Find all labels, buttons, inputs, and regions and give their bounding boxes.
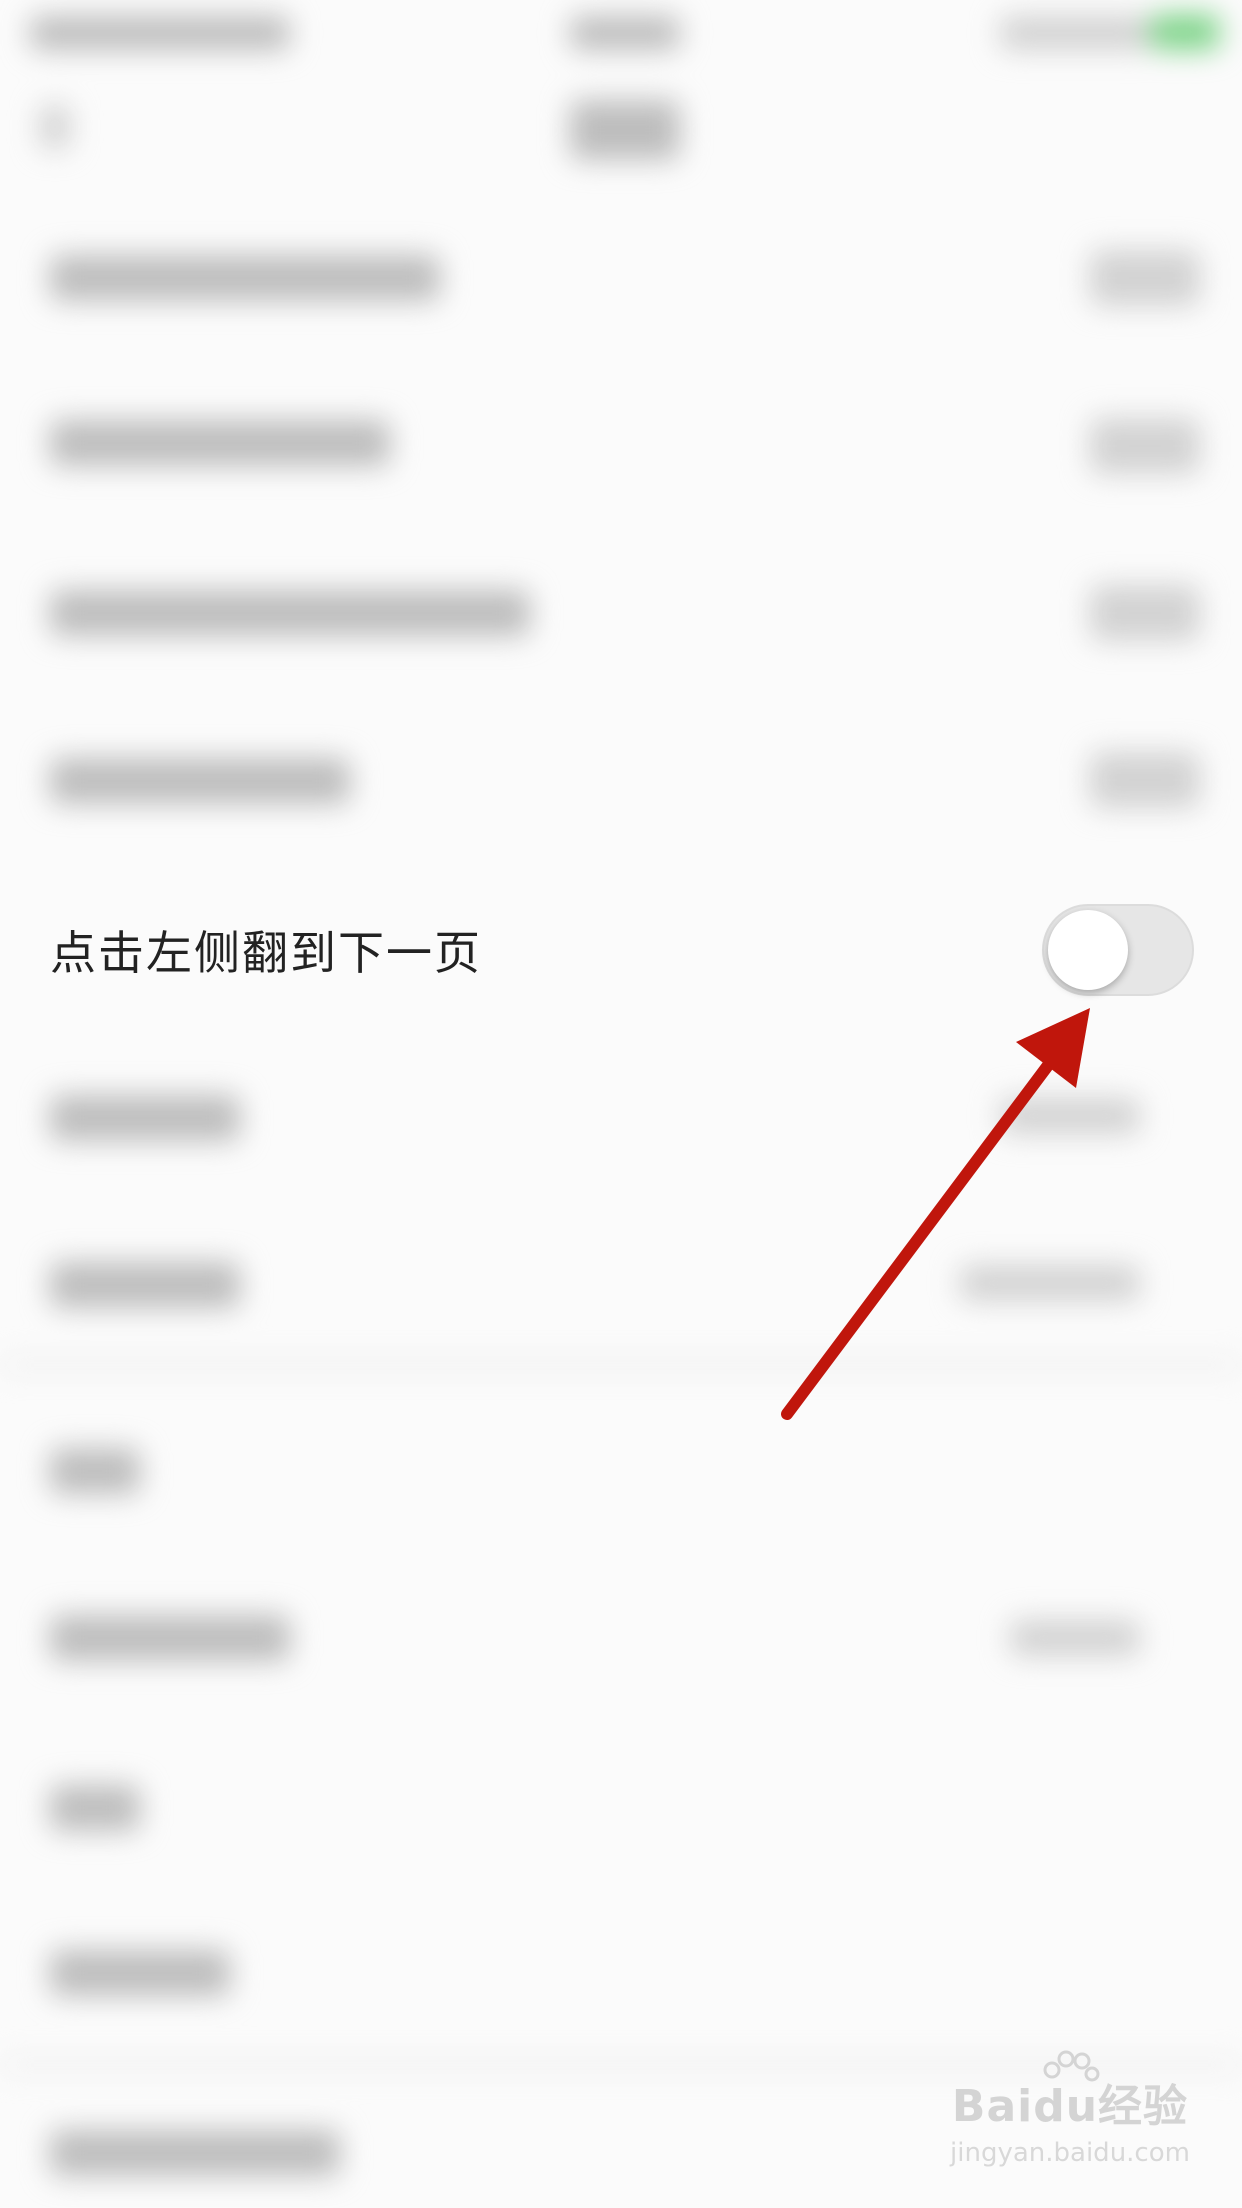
baidu-watermark: Baidu经验 jingyan.baidu.com [950,2050,1190,2190]
annotation-arrow [781,1008,1090,1420]
watermark-url: jingyan.baidu.com [950,2138,1190,2168]
arrow-shaft [781,1054,1058,1420]
arrow-head [1016,1008,1090,1088]
paw-logo-icon [1043,2050,1100,2082]
